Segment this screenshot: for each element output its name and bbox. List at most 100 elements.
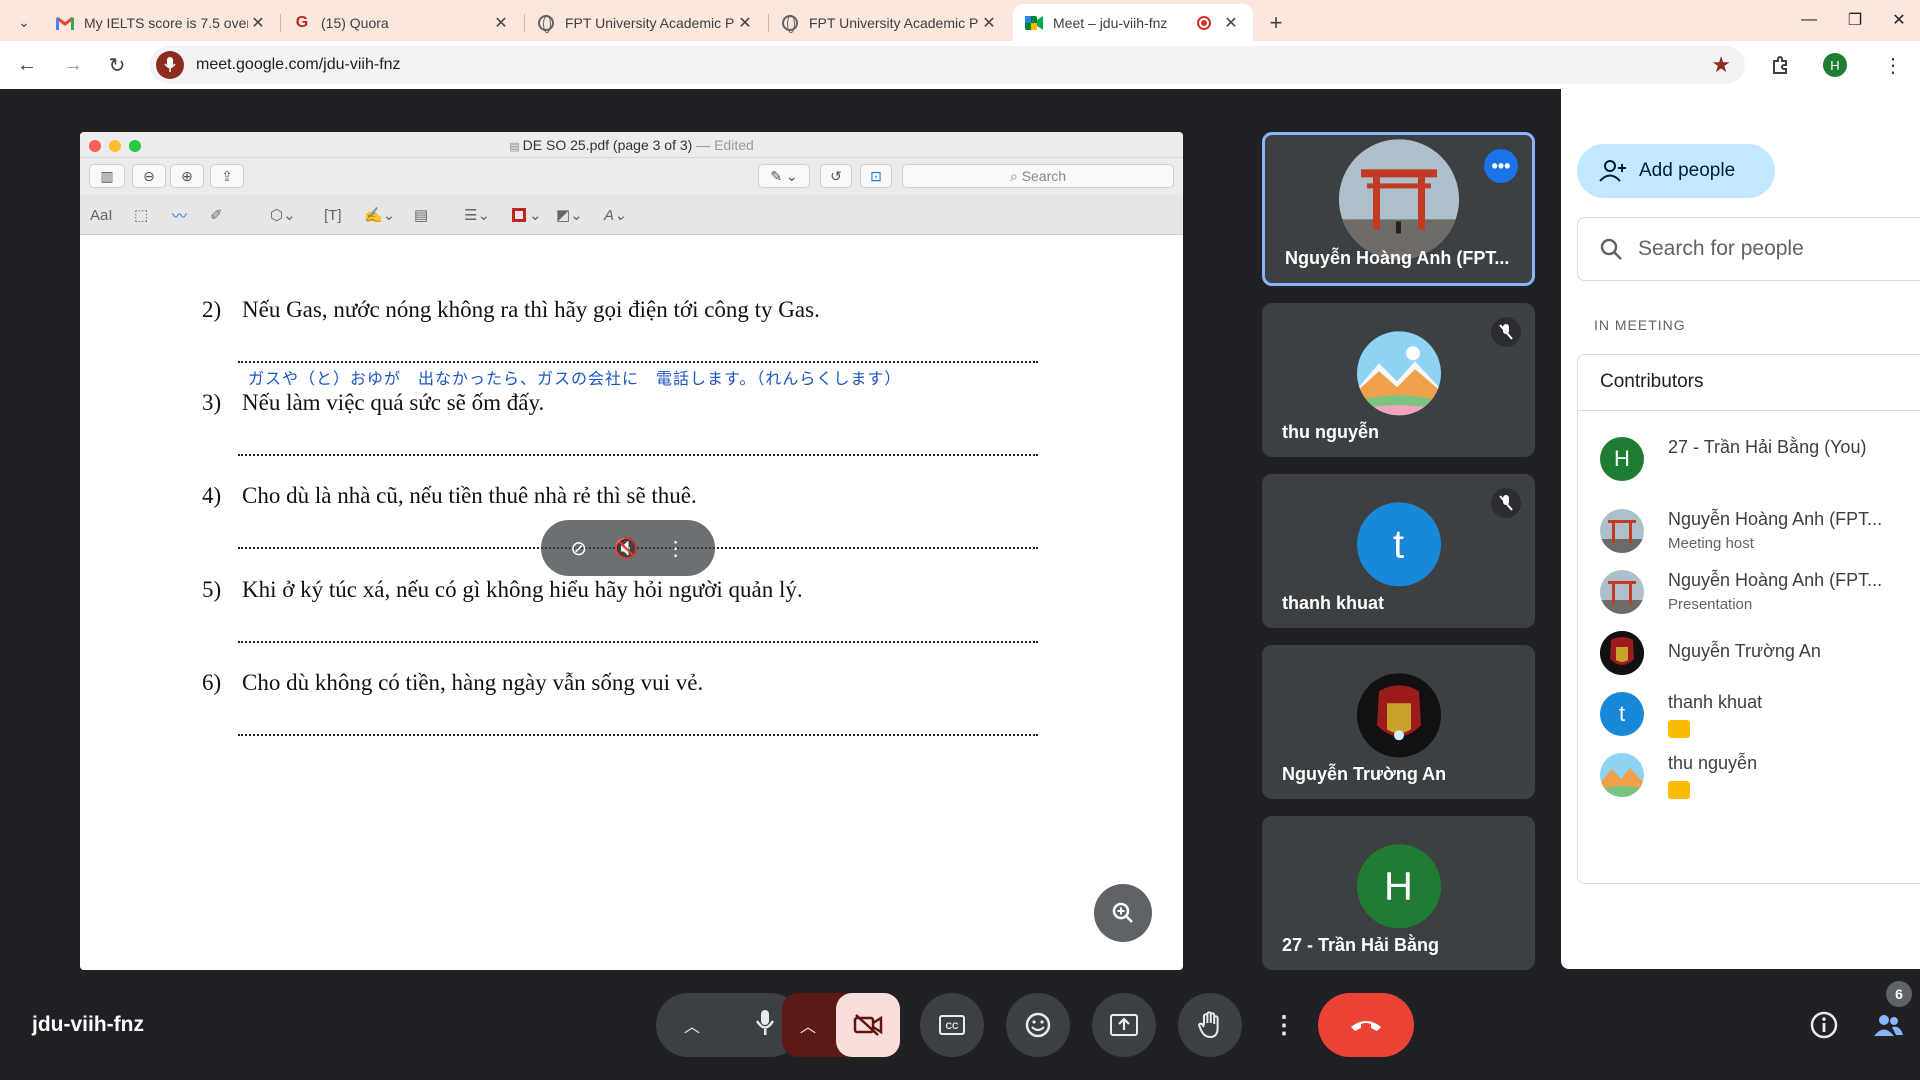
markup-toolbar: AaI ⬚ 〰 ✐ ⬡⌄ [T] ✍⌄ ▤ ☰⌄ ⌄ ◩⌄ A⌄ [80, 195, 1183, 235]
close-window-icon[interactable]: ✕ [1876, 0, 1920, 40]
zoom-presentation-button[interactable] [1094, 884, 1152, 942]
extensions-icon[interactable] [1764, 48, 1798, 82]
mic-in-use-icon[interactable] [156, 51, 184, 79]
tab-strip: ⌄ My IELTS score is 7.5 overall (L ✕ G (… [0, 0, 1920, 41]
line-style-icon[interactable]: ☰⌄ [464, 203, 490, 227]
share-icon[interactable]: ⇪ [210, 164, 244, 188]
draw-icon[interactable]: ✐ [210, 203, 223, 227]
participant-name: Nguyễn Hoàng Anh (FPT... [1668, 509, 1883, 529]
tab-search-button[interactable]: ⌄ [6, 4, 42, 41]
video-settings-chevron-icon[interactable]: ︿ [800, 1013, 816, 1037]
mountain-landscape-avatar [1600, 753, 1644, 797]
mute-presentation-icon[interactable]: 🔇 [614, 536, 639, 561]
hand-icon [1198, 1011, 1219, 1039]
camera-off-icon[interactable] [836, 993, 900, 1057]
tab-gmail[interactable]: My IELTS score is 7.5 overall (L ✕ [44, 4, 280, 41]
present-button[interactable] [1092, 993, 1156, 1057]
browser-toolbar: ← → ↻ meet.google.com/jdu-viih-fnz ★ H ⋮ [0, 41, 1920, 89]
participant-name: thanh khuat [1668, 692, 1763, 712]
participant-name: thu nguyễn [1282, 422, 1379, 442]
reload-icon[interactable]: ↻ [100, 48, 134, 82]
add-people-label: Add people [1639, 160, 1736, 181]
camera-control: ︿ [782, 993, 900, 1057]
tab-meet[interactable]: Meet – jdu-viih-fnz ✕ [1013, 4, 1253, 41]
tab-title: FPT University Academic Portal [565, 14, 735, 31]
participant-row[interactable]: H 27 - Trần Hải Bằng (You) [1578, 423, 1920, 498]
answer-line [238, 734, 1038, 736]
participant-tile[interactable]: Nguyễn Trường An [1262, 645, 1535, 799]
participant-row[interactable]: thu nguyễn [1578, 739, 1920, 814]
question-number: 5) [202, 577, 222, 602]
markup-toolbox-icon[interactable]: ⊡ [860, 164, 892, 188]
torii-gate-avatar [1600, 509, 1644, 553]
pdf-page: 2) Nếu Gas, nước nóng không ra thì hãy gọ… [80, 235, 1183, 970]
zoom-out-icon[interactable]: ⊖ [132, 164, 166, 188]
zoom-in-icon[interactable]: ⊕ [170, 164, 204, 188]
question-text: Khi ở ký túc xá, nếu có gì không hiểu hã… [242, 577, 803, 602]
participant-role: Meeting host [1668, 535, 1754, 552]
add-people-button[interactable]: Add people [1577, 144, 1775, 198]
text-box-icon[interactable]: [T] [324, 203, 342, 227]
fill-color-icon[interactable]: ◩⌄ [556, 203, 583, 227]
bookmark-star-icon[interactable]: ★ [1711, 52, 1731, 78]
participant-tile[interactable]: t thanh khuat [1262, 474, 1535, 628]
captions-button[interactable]: CC [920, 993, 984, 1057]
tab-fpt-portal-1[interactable]: FPT University Academic Portal ✕ [525, 4, 767, 41]
participant-name: Nguyễn Trường An [1668, 641, 1821, 661]
captions-icon: CC [939, 1015, 965, 1035]
more-options-icon[interactable]: ⋮ [666, 536, 686, 561]
meeting-details-button[interactable] [1800, 993, 1848, 1057]
font-icon[interactable]: A⌄ [604, 203, 627, 227]
participant-tile[interactable]: thu nguyễn [1262, 303, 1535, 457]
close-tab-icon[interactable]: ✕ [248, 13, 268, 33]
search-placeholder: Search [1021, 168, 1067, 184]
note-icon[interactable]: ▤ [414, 203, 428, 227]
reactions-button[interactable] [1006, 993, 1070, 1057]
answer-line [238, 641, 1038, 643]
audio-settings-chevron-icon[interactable]: ︿ [684, 1013, 700, 1037]
participant-tile[interactable]: H 27 - Trần Hải Bằng [1262, 816, 1535, 970]
text-style-icon[interactable]: AaI [90, 203, 113, 227]
new-tab-button[interactable]: + [1256, 4, 1296, 41]
group-heading[interactable]: Contributors [1578, 355, 1920, 411]
close-tab-icon[interactable]: ✕ [1221, 13, 1241, 33]
address-bar[interactable]: meet.google.com/jdu-viih-fnz ★ [150, 46, 1745, 84]
tab-fpt-portal-2[interactable]: FPT University Academic Portal ✕ [769, 4, 1011, 41]
preview-toolbar: ▥ ⊖ ⊕ ⇪ ✎ ⌄ ↺ ⊡ ⌕ Search [80, 158, 1183, 195]
participant-name: thanh khuat [1282, 593, 1384, 613]
preview-search-field[interactable]: ⌕ Search [902, 164, 1174, 188]
more-options-icon[interactable]: ⋮ [1264, 993, 1304, 1057]
zoom-in-icon [1112, 902, 1133, 923]
rotate-icon[interactable]: ↺ [820, 164, 852, 188]
close-tab-icon[interactable]: ✕ [979, 13, 999, 33]
signature-icon[interactable]: ✍⌄ [364, 203, 395, 227]
sidebar-toggle-icon[interactable]: ▥ [89, 164, 125, 188]
back-icon[interactable]: ← [10, 48, 44, 82]
shapes-icon[interactable]: ⬡⌄ [270, 203, 296, 227]
forward-icon[interactable]: → [56, 48, 90, 82]
tile-options-button[interactable]: ••• [1484, 149, 1518, 183]
participant-tile[interactable]: ••• Nguyễn Hoàng Anh (FPT... [1262, 132, 1535, 286]
restore-icon[interactable]: ❐ [1832, 0, 1878, 40]
border-color-icon[interactable]: ⌄ [512, 203, 542, 227]
search-people-input[interactable]: Search for people [1577, 217, 1920, 281]
unpin-icon[interactable]: ⊘ [570, 536, 587, 561]
question-3: 3) Nếu làm việc quá sức sẽ ốm đấy. [202, 390, 544, 416]
globe-icon [781, 14, 799, 33]
question-number: 3) [202, 390, 222, 415]
microphone-icon[interactable] [755, 1009, 775, 1041]
rect-select-icon[interactable]: ⬚ [134, 203, 148, 227]
sketch-icon[interactable]: 〰 [172, 203, 187, 227]
leave-call-button[interactable] [1318, 993, 1414, 1057]
markup-pen-icon[interactable]: ✎ ⌄ [758, 164, 810, 188]
profile-avatar[interactable]: H [1818, 48, 1852, 82]
preview-title: ▤ DE SO 25.pdf (page 3 of 3) — Edited [80, 137, 1183, 153]
raise-hand-button[interactable] [1178, 993, 1242, 1057]
mic-off-icon [1491, 317, 1521, 347]
participant-initial-avatar: t [1356, 502, 1441, 587]
browser-menu-icon[interactable]: ⋮ [1876, 48, 1910, 82]
close-tab-icon[interactable]: ✕ [735, 13, 755, 33]
tab-quora[interactable]: G (15) Quora ✕ [281, 4, 523, 41]
close-tab-icon[interactable]: ✕ [491, 13, 511, 33]
minimize-icon[interactable]: — [1786, 0, 1832, 40]
